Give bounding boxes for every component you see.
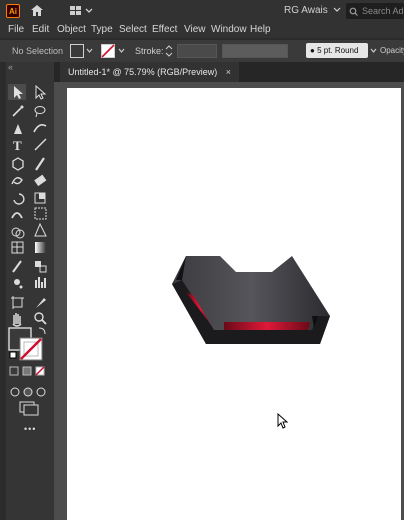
stroke-label: Stroke: bbox=[135, 46, 164, 56]
app-logo: Ai bbox=[6, 4, 20, 18]
fill-chevron-icon[interactable] bbox=[86, 48, 93, 54]
shaper-tool-icon bbox=[11, 177, 23, 185]
document-tab-bar: Untitled-1* @ 75.79% (RGB/Preview) × bbox=[54, 62, 404, 82]
hand-tool-icon bbox=[12, 313, 22, 327]
variable-width-profile[interactable] bbox=[222, 44, 288, 58]
stroke-weight-stepper-icon[interactable] bbox=[165, 45, 173, 57]
chevron-down-icon[interactable] bbox=[333, 6, 341, 14]
menu-effect[interactable]: Effect bbox=[152, 24, 177, 35]
brush-chevron-icon[interactable] bbox=[370, 48, 377, 54]
pen-tool-icon bbox=[14, 124, 22, 134]
menu-bar: File Edit Object Type Select Effect View… bbox=[0, 22, 404, 38]
menu-view[interactable]: View bbox=[184, 24, 206, 35]
eraser-tool-icon bbox=[34, 174, 47, 187]
color-mode-icon bbox=[9, 366, 19, 376]
3d-shape-artwork[interactable] bbox=[168, 252, 332, 350]
paintbrush-tool-icon bbox=[35, 157, 45, 171]
brush-label: 5 pt. Round bbox=[317, 46, 359, 55]
artboard-tool-icon bbox=[12, 297, 23, 308]
stock-search-input[interactable]: Search Adobe Stock bbox=[346, 3, 404, 19]
fill-swatch[interactable] bbox=[70, 44, 84, 58]
polygon-tool-icon bbox=[12, 157, 24, 171]
symbol-sprayer-tool-icon bbox=[14, 279, 20, 285]
stroke-swatch[interactable] bbox=[101, 44, 115, 58]
zoom-tool-icon bbox=[34, 312, 44, 322]
draw-normal-icon bbox=[10, 387, 20, 397]
menu-file[interactable]: File bbox=[8, 24, 24, 35]
type-tool-icon: T bbox=[13, 138, 22, 153]
menu-object[interactable]: Object bbox=[57, 24, 86, 35]
control-bar: No Selection Stroke: ● 5 pt. Round Opaci… bbox=[0, 40, 404, 62]
magic-wand-tool-icon bbox=[12, 107, 22, 117]
stroke-weight-input[interactable] bbox=[177, 44, 217, 58]
swap-fill-stroke-icon bbox=[38, 327, 46, 335]
edit-toolbar-more-icon[interactable]: ••• bbox=[24, 424, 36, 434]
user-dropdown-icon[interactable] bbox=[276, 6, 282, 16]
column-graph-tool-icon bbox=[35, 277, 46, 288]
draw-inside-icon bbox=[36, 387, 46, 397]
direct-selection-tool-icon bbox=[35, 84, 47, 100]
brush-dot-icon: ● bbox=[310, 46, 315, 55]
curvature-tool-icon bbox=[33, 124, 47, 133]
eyedropper-tool-icon bbox=[12, 260, 22, 273]
selection-label: No Selection bbox=[12, 46, 64, 56]
menu-window[interactable]: Window bbox=[211, 24, 247, 35]
title-bar: Ai RG Awais Search Adobe Stock bbox=[0, 0, 404, 22]
red-glow-bottom bbox=[224, 322, 310, 330]
document-tab[interactable]: Untitled-1* @ 75.79% (RGB/Preview) × bbox=[60, 62, 239, 82]
workspace-layout-icon[interactable] bbox=[70, 5, 94, 17]
brush-definition-dropdown[interactable]: ● 5 pt. Round bbox=[306, 43, 368, 58]
user-name[interactable]: RG Awais bbox=[284, 5, 328, 16]
opacity-label[interactable]: Opacity bbox=[380, 46, 404, 55]
search-icon bbox=[349, 7, 358, 17]
document-tab-title: Untitled-1* @ 75.79% (RGB/Preview) bbox=[68, 67, 218, 77]
lasso-tool-icon bbox=[34, 106, 46, 114]
draw-behind-icon bbox=[23, 387, 33, 397]
menu-select[interactable]: Select bbox=[119, 24, 147, 35]
tools-panel: « T ••• bbox=[6, 62, 54, 520]
close-tab-icon[interactable]: × bbox=[226, 67, 231, 77]
menu-type[interactable]: Type bbox=[91, 24, 113, 35]
slice-tool-icon bbox=[36, 298, 46, 308]
line-tool-icon bbox=[34, 138, 47, 151]
stroke-chevron-icon[interactable] bbox=[118, 48, 125, 54]
menu-edit[interactable]: Edit bbox=[32, 24, 49, 35]
gradient-mode-icon bbox=[22, 366, 32, 376]
default-fill-stroke-icon bbox=[9, 351, 17, 359]
mouse-cursor-icon bbox=[277, 413, 289, 429]
home-icon[interactable] bbox=[30, 4, 44, 17]
free-transform-tool-icon bbox=[34, 207, 47, 220]
tool-icons: T bbox=[8, 84, 47, 416]
rotate-tool-icon bbox=[13, 193, 25, 205]
width-tool-icon bbox=[11, 212, 23, 219]
search-placeholder: Search Adobe Stock bbox=[362, 6, 404, 16]
menu-help[interactable]: Help bbox=[250, 24, 271, 35]
gradient-tool-icon bbox=[35, 242, 46, 253]
perspective-grid-tool-icon bbox=[34, 222, 47, 237]
